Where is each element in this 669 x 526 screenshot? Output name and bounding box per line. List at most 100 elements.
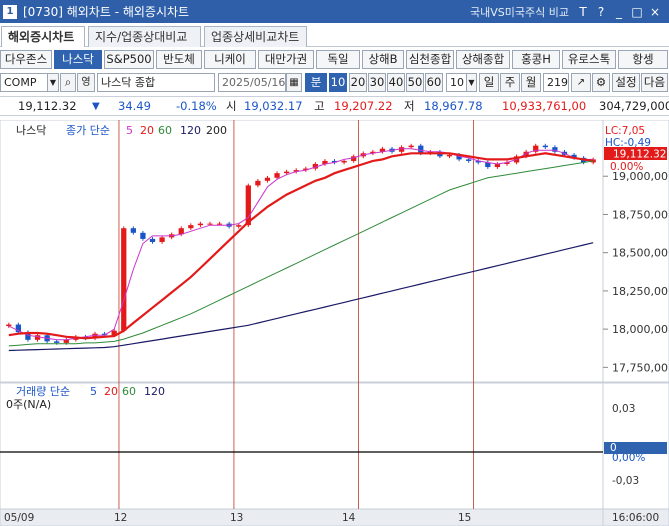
x-axis-label: 13 — [230, 512, 243, 524]
candle-body — [264, 177, 271, 181]
next-button[interactable]: 다음 — [641, 73, 668, 92]
candle-body — [408, 145, 414, 148]
candle-body — [283, 171, 290, 174]
legend-period: 20 — [140, 124, 154, 137]
legend-period: 5 — [126, 124, 133, 137]
font-size-icon[interactable]: T — [577, 5, 589, 19]
candle-body — [207, 223, 213, 225]
market-semiconductor[interactable]: 반도체 — [156, 50, 202, 69]
candle-body — [341, 160, 347, 163]
control-bar: COMP ▼ ⌕ 영 나스닥 종합 2025/05/16 ▦ 분 10 20 3… — [0, 71, 669, 94]
search-icon[interactable]: ⌕ — [60, 73, 76, 92]
market-eurostoxx[interactable]: 유로스톡 — [562, 50, 616, 69]
last-price-label: 19,112.32 — [613, 149, 666, 161]
low-label: 저 — [404, 99, 415, 113]
y-tick-label: 18,750,00 — [612, 208, 668, 221]
volume-y-tick: -0,03 — [612, 475, 639, 487]
time-label: 16:06:00 — [612, 512, 659, 524]
y-tick-label: 18,500,00 — [612, 247, 668, 260]
open-label: 시 — [226, 99, 237, 113]
market-sp500[interactable]: S&P500 — [104, 50, 154, 69]
y-tick-label: 18,250,00 — [612, 285, 668, 298]
volume-legend-period: 5 — [90, 385, 97, 398]
interval-40[interactable]: 40 — [387, 73, 405, 92]
app-icon: 1 — [3, 4, 17, 19]
period-week[interactable]: 주 — [500, 73, 520, 92]
candle-body — [197, 223, 204, 226]
window-title: [0730] 해외차트 - 해외증시차트 — [23, 5, 190, 19]
period-minute[interactable]: 분 — [305, 73, 327, 92]
quote-open: 19,032.17 — [244, 99, 303, 113]
count-dropdown-icon[interactable]: ▼ — [466, 73, 477, 92]
last-pct-label: 0.00% — [610, 161, 643, 173]
candle-body — [446, 154, 453, 157]
maximize-icon[interactable]: □ — [631, 5, 643, 19]
y-tick-label: 18,000,00 — [612, 323, 668, 336]
help-icon[interactable]: ? — [595, 5, 607, 19]
tab-sector-compare[interactable]: 업종상세비교차트 — [204, 26, 307, 47]
interval-60[interactable]: 60 — [425, 73, 443, 92]
close-icon[interactable]: × — [649, 5, 661, 19]
candle-body — [466, 159, 472, 161]
code-dropdown-icon[interactable]: ▼ — [47, 73, 59, 92]
tab-bar: 해외증시차트 지수/업종상대비교 업종상세비교차트 — [0, 23, 669, 47]
calendar-icon[interactable]: ▦ — [286, 73, 302, 92]
quote-strip: 19,112.32 ▼ 34.49 -0.18% 시 19,032.17 고 1… — [0, 96, 669, 116]
interval-50[interactable]: 50 — [406, 73, 424, 92]
volume-legend-period: 60 — [122, 385, 136, 398]
x-axis-label: 14 — [342, 512, 356, 524]
quote-change-pct: -0.18% — [176, 99, 217, 113]
candle-body — [188, 225, 194, 229]
quote-volume: 304,729,000 — [599, 99, 669, 113]
candle-body — [274, 173, 280, 178]
y-tick-label: 17,750,00 — [612, 361, 668, 374]
window-controls: T ? _ □ × — [577, 5, 661, 19]
chart-area[interactable]: 19,000,0018,750,0018,500,0018,250,0018,0… — [0, 120, 669, 526]
legend-period: 120 — [180, 124, 201, 137]
volume-panel-name: 거래량 단순 — [16, 385, 70, 398]
minimize-icon[interactable]: _ — [613, 5, 625, 19]
compare-link[interactable]: 국내VS미국주식 비교 — [470, 4, 569, 20]
market-dow[interactable]: 다우존스 — [0, 50, 52, 69]
volume-value-label: 0주(N/A) — [6, 398, 51, 411]
panel-name: 나스닥 — [16, 124, 46, 137]
bars-field[interactable]: 219 — [543, 73, 569, 92]
legend-period: 200 — [206, 124, 227, 137]
date-field[interactable]: 2025/05/16 — [218, 73, 286, 92]
count-select[interactable]: 10 — [446, 73, 468, 92]
x-axis-label: 12 — [114, 512, 127, 524]
interval-10[interactable]: 10 — [329, 73, 347, 92]
market-shanghai-comp[interactable]: 상해종합 — [456, 50, 510, 69]
market-germany[interactable]: 독일 — [316, 50, 360, 69]
tab-index-compare[interactable]: 지수/업종상대비교 — [88, 26, 201, 47]
volume-legend-period: 20 — [104, 385, 118, 398]
market-nasdaq[interactable]: 나스닥 — [54, 50, 102, 69]
gear-icon[interactable]: ⚙ — [592, 73, 610, 92]
market-button-bar: 다우존스 나스닥 S&P500 반도체 니케이 대만가권 독일 상해B 심천종합… — [0, 49, 669, 71]
candle-body — [236, 225, 242, 227]
candle-body — [6, 324, 12, 327]
settings-button[interactable]: 설정 — [612, 73, 640, 92]
down-arrow-icon: ▼ — [92, 101, 100, 112]
market-shanghai-b[interactable]: 상해B — [362, 50, 404, 69]
window-titlebar: 1 [0730] 해외차트 - 해외증시차트 국내VS미국주식 비교 T ? _… — [0, 0, 669, 23]
market-shenzhen[interactable]: 심천종합 — [406, 50, 454, 69]
candle-body — [255, 180, 261, 186]
volume-y-tick: 0,03 — [612, 403, 635, 415]
draw-tool-icon[interactable]: ↗ — [571, 73, 591, 92]
tab-overseas-chart[interactable]: 해외증시차트 — [1, 26, 85, 47]
market-nikkei[interactable]: 니케이 — [204, 50, 256, 69]
period-day[interactable]: 일 — [479, 73, 499, 92]
eng-toggle[interactable]: 영 — [77, 73, 95, 92]
candle-body — [216, 223, 223, 225]
market-hangseng[interactable]: 항셍 — [618, 50, 668, 69]
code-combo[interactable]: COMP — [0, 73, 48, 92]
candle-body — [130, 228, 136, 233]
period-month[interactable]: 월 — [521, 73, 541, 92]
name-field: 나스닥 종합 — [97, 73, 215, 92]
market-hk-h[interactable]: 홍콩H — [512, 50, 560, 69]
interval-30[interactable]: 30 — [368, 73, 386, 92]
interval-20[interactable]: 20 — [349, 73, 367, 92]
legend-period: 60 — [158, 124, 172, 137]
market-taiwan[interactable]: 대만가권 — [258, 50, 314, 69]
